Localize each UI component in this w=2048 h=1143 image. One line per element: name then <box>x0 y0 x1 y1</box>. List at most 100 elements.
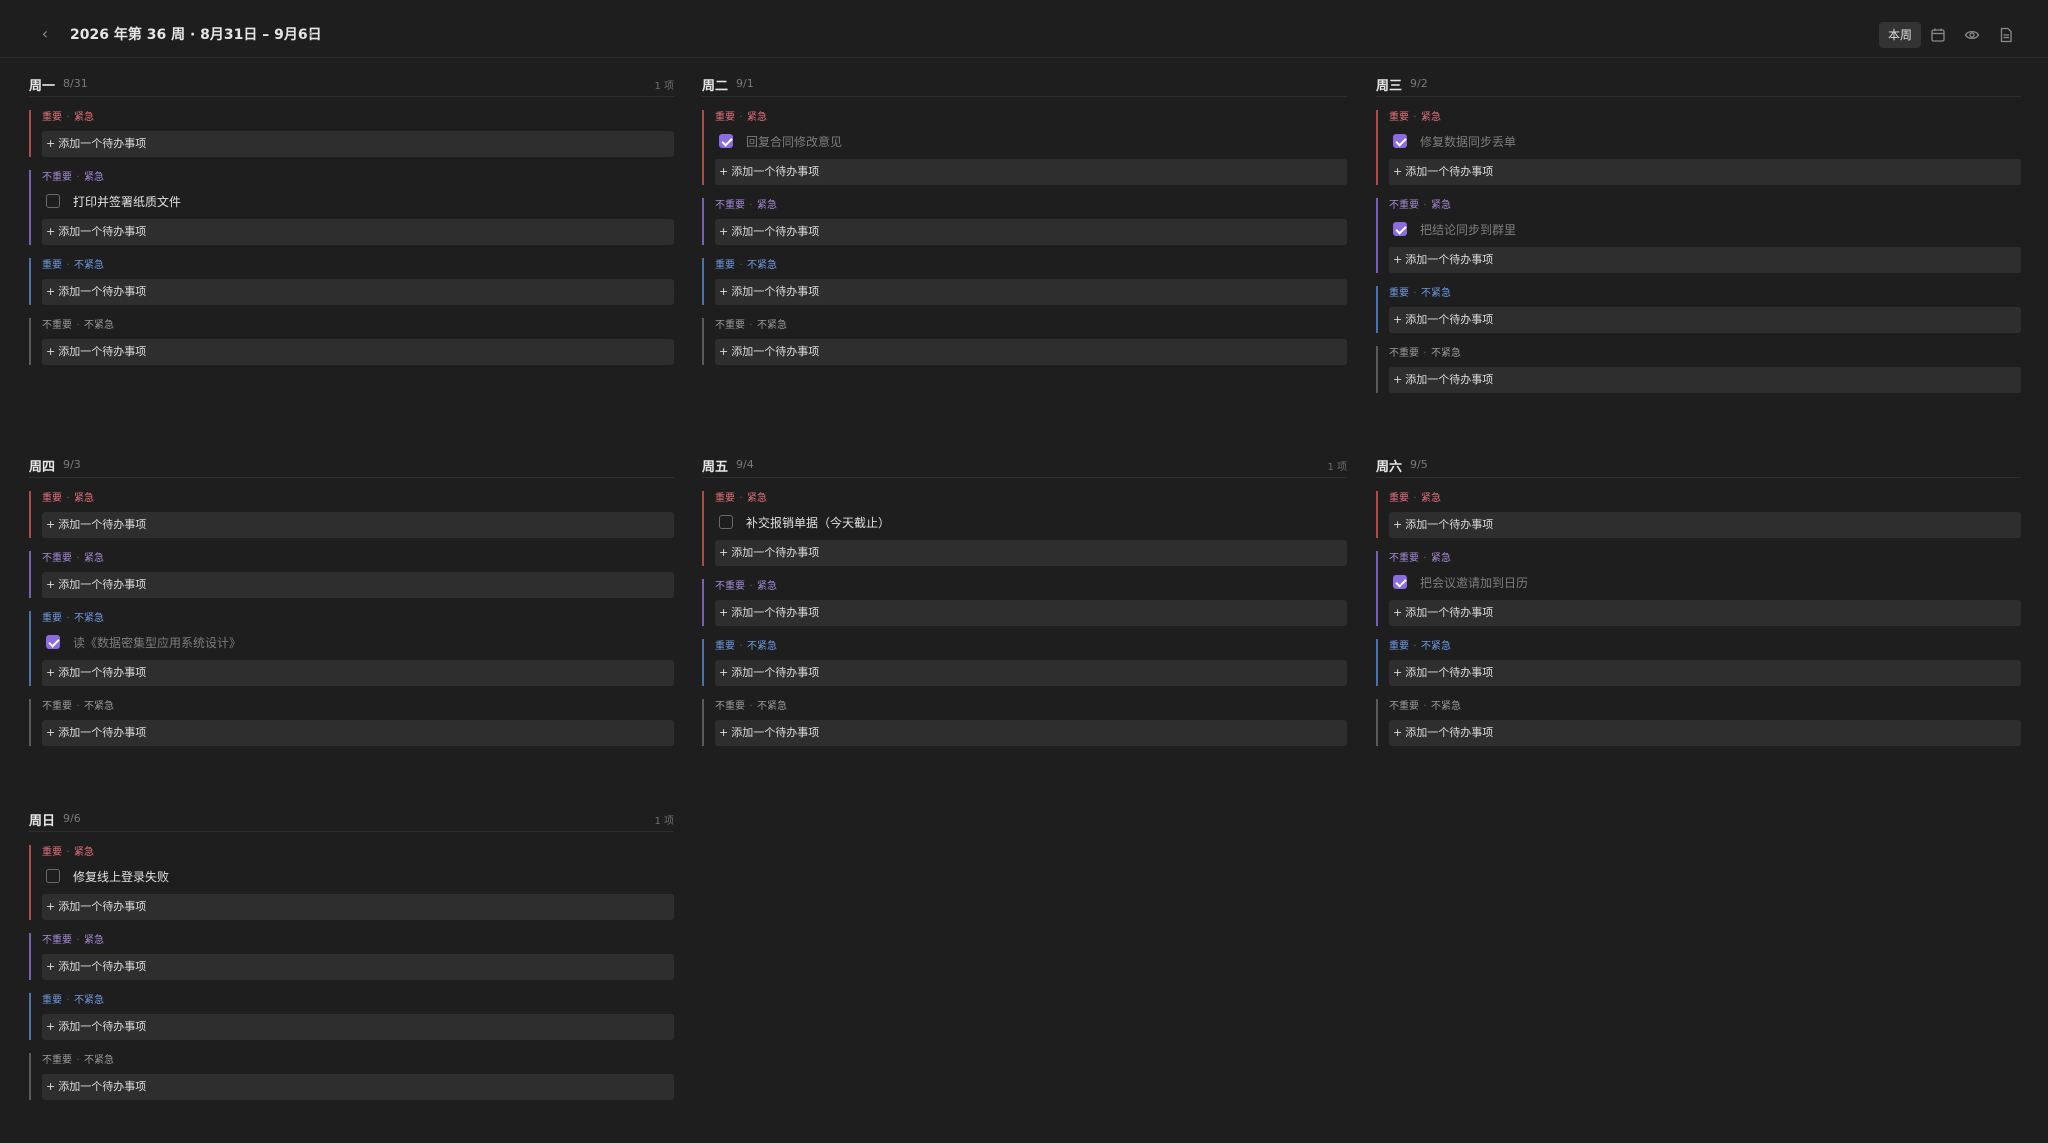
add-todo-button[interactable]: + 添加一个待办事项 <box>1389 660 2021 686</box>
todo-text[interactable]: 把结论同步到群里 <box>1420 221 1516 238</box>
urgency-tag: 紧急 <box>1431 553 1451 564</box>
plus-icon: + <box>46 285 56 298</box>
add-todo-button[interactable]: + 添加一个待办事项 <box>42 219 674 245</box>
todo-text[interactable]: 修复线上登录失败 <box>73 868 169 885</box>
quadrant-tags: 重要 · 不紧急 <box>1389 639 2021 654</box>
tag-separator: · <box>76 320 80 331</box>
quadrant-tags: 重要 · 紧急 <box>42 110 674 125</box>
add-todo-button[interactable]: + 添加一个待办事项 <box>42 894 674 920</box>
add-todo-button[interactable]: + 添加一个待办事项 <box>42 1014 674 1040</box>
add-todo-button[interactable]: + 添加一个待办事项 <box>1389 600 2021 626</box>
add-todo-label: 添加一个待办事项 <box>58 1080 147 1093</box>
tag-separator: · <box>749 320 753 331</box>
add-todo-button[interactable]: + 添加一个待办事项 <box>42 131 674 157</box>
document-icon[interactable] <box>1995 24 2017 46</box>
add-todo-button[interactable]: + 添加一个待办事项 <box>1389 247 2021 273</box>
urgency-tag: 不紧急 <box>1421 641 1451 652</box>
add-todo-button[interactable]: + 添加一个待办事项 <box>42 279 674 305</box>
tag-separator: · <box>1423 553 1427 564</box>
todo-text[interactable]: 修复数据同步丢单 <box>1420 133 1516 150</box>
todo-checkbox[interactable] <box>719 515 733 529</box>
todo-checkbox[interactable] <box>46 635 60 649</box>
tag-separator: · <box>66 847 70 858</box>
quadrant: 重要 · 紧急 + 添加一个待办事项 <box>29 110 674 157</box>
todo-text[interactable]: 补交报销单据（今天截止） <box>746 514 890 531</box>
todo-item: 补交报销单据（今天截止） <box>715 510 1347 534</box>
quadrant-tags: 不重要 · 不紧急 <box>715 699 1347 714</box>
add-todo-button[interactable]: + 添加一个待办事项 <box>1389 159 2021 185</box>
add-todo-button[interactable]: + 添加一个待办事项 <box>42 512 674 538</box>
todo-item: 把结论同步到群里 <box>1389 217 2021 241</box>
add-todo-button[interactable]: + 添加一个待办事项 <box>1389 512 2021 538</box>
add-todo-label: 添加一个待办事项 <box>58 578 147 591</box>
add-todo-button[interactable]: + 添加一个待办事项 <box>42 1074 674 1100</box>
add-todo-button[interactable]: + 添加一个待办事项 <box>1389 720 2021 746</box>
day-name: 周日 <box>29 814 56 829</box>
importance-tag: 不重要 <box>42 553 72 564</box>
top-bar: ‹ 2026 年第 36 周 · 8月31日 – 9月6日 › 本周 <box>0 0 2048 58</box>
add-todo-button[interactable]: + 添加一个待办事项 <box>715 540 1347 566</box>
add-todo-button[interactable]: + 添加一个待办事项 <box>42 660 674 686</box>
day-name: 周一 <box>29 79 56 94</box>
plus-icon: + <box>1393 666 1403 679</box>
add-todo-button[interactable]: + 添加一个待办事项 <box>42 954 674 980</box>
add-todo-button[interactable]: + 添加一个待办事项 <box>715 279 1347 305</box>
todo-text[interactable]: 打印并签署纸质文件 <box>73 193 181 210</box>
chevron-right-icon[interactable]: › <box>302 24 320 44</box>
add-todo-button[interactable]: + 添加一个待办事项 <box>715 339 1347 365</box>
add-todo-button[interactable]: + 添加一个待办事项 <box>715 720 1347 746</box>
importance-tag: 不重要 <box>42 935 72 946</box>
plus-icon: + <box>46 225 56 238</box>
this-week-button[interactable]: 本周 <box>1879 22 1921 48</box>
quadrant-tags: 不重要 · 紧急 <box>42 933 674 948</box>
todo-checkbox[interactable] <box>719 134 733 148</box>
day-date: 9/1 <box>736 77 754 90</box>
plus-icon: + <box>46 578 56 591</box>
plus-icon: + <box>1393 165 1403 178</box>
add-todo-button[interactable]: + 添加一个待办事项 <box>715 219 1347 245</box>
quadrant-tags: 重要 · 紧急 <box>1389 110 2021 125</box>
add-todo-button[interactable]: + 添加一个待办事项 <box>1389 367 2021 393</box>
urgency-tag: 紧急 <box>84 553 104 564</box>
todo-checkbox[interactable] <box>1393 134 1407 148</box>
plus-icon: + <box>719 546 729 559</box>
chevron-left-icon[interactable]: ‹ <box>36 24 54 44</box>
day-date: 9/4 <box>736 458 754 471</box>
todo-checkbox[interactable] <box>46 194 60 208</box>
eye-icon[interactable] <box>1961 24 1983 46</box>
quadrant-tags: 重要 · 不紧急 <box>42 611 674 626</box>
add-todo-button[interactable]: + 添加一个待办事项 <box>715 660 1347 686</box>
calendar-icon[interactable] <box>1927 24 1949 46</box>
plus-icon: + <box>46 137 56 150</box>
todo-checkbox[interactable] <box>46 869 60 883</box>
add-todo-button[interactable]: + 添加一个待办事项 <box>715 600 1347 626</box>
importance-tag: 重要 <box>1389 641 1409 652</box>
plus-icon: + <box>1393 518 1403 531</box>
add-todo-label: 添加一个待办事项 <box>731 726 820 739</box>
plus-icon: + <box>46 518 56 531</box>
add-todo-button[interactable]: + 添加一个待办事项 <box>1389 307 2021 333</box>
day-task-count: 1 项 <box>654 816 674 827</box>
add-todo-label: 添加一个待办事项 <box>1405 726 1494 739</box>
day-header: 周六 9/5 <box>1376 452 2021 478</box>
importance-tag: 重要 <box>715 260 735 271</box>
tag-separator: · <box>739 641 743 652</box>
add-todo-label: 添加一个待办事项 <box>731 666 820 679</box>
importance-tag: 重要 <box>1389 288 1409 299</box>
plus-icon: + <box>719 225 729 238</box>
urgency-tag: 不紧急 <box>1431 348 1461 359</box>
add-todo-button[interactable]: + 添加一个待办事项 <box>42 339 674 365</box>
add-todo-label: 添加一个待办事项 <box>1405 165 1494 178</box>
plus-icon: + <box>46 726 56 739</box>
todo-text[interactable]: 回复合同修改意见 <box>746 133 842 150</box>
add-todo-button[interactable]: + 添加一个待办事项 <box>715 159 1347 185</box>
todo-checkbox[interactable] <box>1393 222 1407 236</box>
todo-text[interactable]: 把会议邀请加到日历 <box>1420 574 1528 591</box>
todo-text[interactable]: 读《数据密集型应用系统设计》 <box>73 634 241 651</box>
plus-icon: + <box>46 1080 56 1093</box>
add-todo-button[interactable]: + 添加一个待办事项 <box>42 720 674 746</box>
todo-checkbox[interactable] <box>1393 575 1407 589</box>
quadrant: 不重要 · 不紧急 + 添加一个待办事项 <box>29 1053 674 1100</box>
add-todo-button[interactable]: + 添加一个待办事项 <box>42 572 674 598</box>
day-column: 周日 9/6 1 项 重要 · 紧急 修复线上登录失败 + 添加一个待办事项 不重要 ·… <box>29 806 674 1100</box>
